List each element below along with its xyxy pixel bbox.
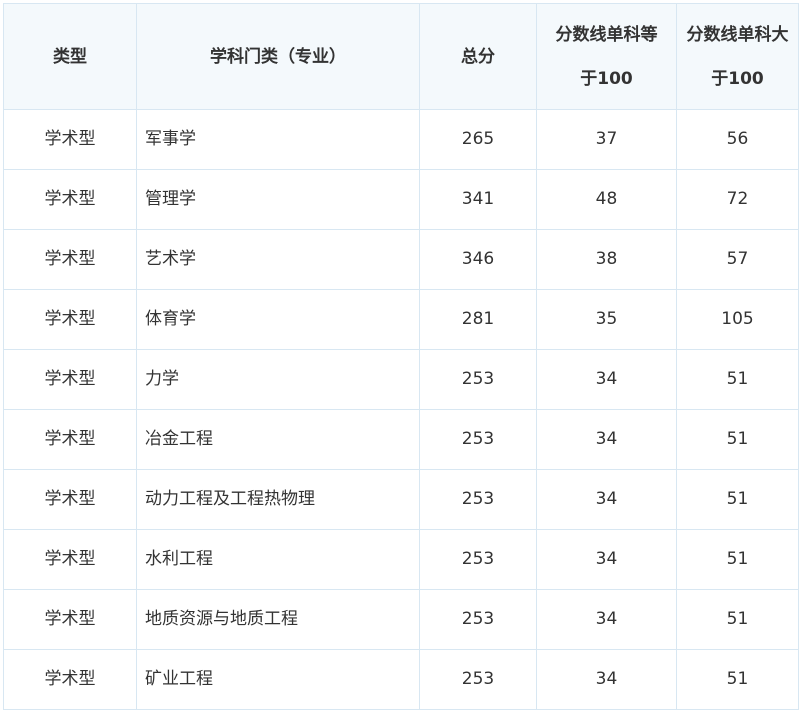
table-row: 学术型 军事学 265 37 56 bbox=[3, 109, 799, 170]
table-row: 学术型 水利工程 253 34 51 bbox=[3, 529, 799, 590]
cell-total-score: 253 bbox=[419, 409, 537, 470]
cell-single-subject-over-100: 56 bbox=[676, 109, 799, 170]
cell-total-score: 341 bbox=[419, 169, 537, 230]
cell-discipline: 管理学 bbox=[136, 169, 420, 230]
cell-type: 学术型 bbox=[3, 529, 137, 590]
cell-single-subject-100: 34 bbox=[536, 649, 677, 710]
score-line-table: 类型 学科门类（专业） 总分 分数线单科等于100 分数线单科大于100 学术型… bbox=[3, 3, 799, 710]
cell-type: 学术型 bbox=[3, 409, 137, 470]
cell-type: 学术型 bbox=[3, 589, 137, 650]
header-single-subject-over-100: 分数线单科大于100 bbox=[676, 3, 799, 110]
header-type: 类型 bbox=[3, 3, 137, 110]
cell-single-subject-100: 37 bbox=[536, 109, 677, 170]
cell-single-subject-over-100: 51 bbox=[676, 529, 799, 590]
cell-total-score: 281 bbox=[419, 289, 537, 350]
cell-single-subject-over-100: 72 bbox=[676, 169, 799, 230]
cell-total-score: 253 bbox=[419, 529, 537, 590]
header-total-score-label: 总分 bbox=[461, 46, 495, 67]
table-row: 学术型 动力工程及工程热物理 253 34 51 bbox=[3, 469, 799, 530]
table-row: 学术型 管理学 341 48 72 bbox=[3, 169, 799, 230]
table-row: 学术型 矿业工程 253 34 51 bbox=[3, 649, 799, 710]
cell-total-score: 346 bbox=[419, 229, 537, 290]
cell-discipline: 冶金工程 bbox=[136, 409, 420, 470]
cell-single-subject-100: 35 bbox=[536, 289, 677, 350]
table-row: 学术型 冶金工程 253 34 51 bbox=[3, 409, 799, 470]
header-single-subject-100: 分数线单科等于100 bbox=[536, 3, 677, 110]
cell-single-subject-100: 34 bbox=[536, 589, 677, 650]
cell-type: 学术型 bbox=[3, 349, 137, 410]
cell-discipline: 军事学 bbox=[136, 109, 420, 170]
table-row: 学术型 地质资源与地质工程 253 34 51 bbox=[3, 589, 799, 650]
cell-discipline: 水利工程 bbox=[136, 529, 420, 590]
cell-single-subject-100: 34 bbox=[536, 469, 677, 530]
cell-total-score: 253 bbox=[419, 469, 537, 530]
cell-type: 学术型 bbox=[3, 649, 137, 710]
cell-single-subject-over-100: 51 bbox=[676, 589, 799, 650]
cell-single-subject-over-100: 105 bbox=[676, 289, 799, 350]
cell-single-subject-over-100: 51 bbox=[676, 469, 799, 530]
header-type-label: 类型 bbox=[53, 46, 87, 67]
table-header: 类型 学科门类（专业） 总分 分数线单科等于100 分数线单科大于100 bbox=[3, 3, 799, 110]
cell-discipline: 动力工程及工程热物理 bbox=[136, 469, 420, 530]
header-row: 类型 学科门类（专业） 总分 分数线单科等于100 分数线单科大于100 bbox=[3, 3, 799, 110]
cell-total-score: 253 bbox=[419, 349, 537, 410]
cell-single-subject-over-100: 51 bbox=[676, 649, 799, 710]
cell-single-subject-100: 34 bbox=[536, 409, 677, 470]
table-row: 学术型 力学 253 34 51 bbox=[3, 349, 799, 410]
cell-discipline: 力学 bbox=[136, 349, 420, 410]
table-row: 学术型 体育学 281 35 105 bbox=[3, 289, 799, 350]
cell-discipline: 地质资源与地质工程 bbox=[136, 589, 420, 650]
cell-discipline: 矿业工程 bbox=[136, 649, 420, 710]
cell-discipline: 艺术学 bbox=[136, 229, 420, 290]
page: 类型 学科门类（专业） 总分 分数线单科等于100 分数线单科大于100 学术型… bbox=[0, 0, 799, 711]
cell-total-score: 265 bbox=[419, 109, 537, 170]
cell-type: 学术型 bbox=[3, 109, 137, 170]
cell-type: 学术型 bbox=[3, 229, 137, 290]
cell-single-subject-100: 34 bbox=[536, 349, 677, 410]
cell-type: 学术型 bbox=[3, 169, 137, 230]
cell-discipline: 体育学 bbox=[136, 289, 420, 350]
cell-single-subject-100: 38 bbox=[536, 229, 677, 290]
header-single-subject-over-100-label: 分数线单科大于100 bbox=[686, 24, 789, 89]
cell-single-subject-over-100: 57 bbox=[676, 229, 799, 290]
cell-single-subject-100: 34 bbox=[536, 529, 677, 590]
cell-total-score: 253 bbox=[419, 649, 537, 710]
cell-single-subject-100: 48 bbox=[536, 169, 677, 230]
cell-type: 学术型 bbox=[3, 289, 137, 350]
table-row: 学术型 艺术学 346 38 57 bbox=[3, 229, 799, 290]
table-body: 学术型 军事学 265 37 56 学术型 管理学 341 48 72 学术型 … bbox=[3, 109, 799, 710]
cell-total-score: 253 bbox=[419, 589, 537, 650]
header-single-subject-100-label: 分数线单科等于100 bbox=[555, 24, 658, 89]
cell-single-subject-over-100: 51 bbox=[676, 349, 799, 410]
header-total-score: 总分 bbox=[419, 3, 537, 110]
cell-single-subject-over-100: 51 bbox=[676, 409, 799, 470]
cell-type: 学术型 bbox=[3, 469, 137, 530]
header-discipline-label: 学科门类（专业） bbox=[210, 46, 346, 67]
header-discipline: 学科门类（专业） bbox=[136, 3, 420, 110]
